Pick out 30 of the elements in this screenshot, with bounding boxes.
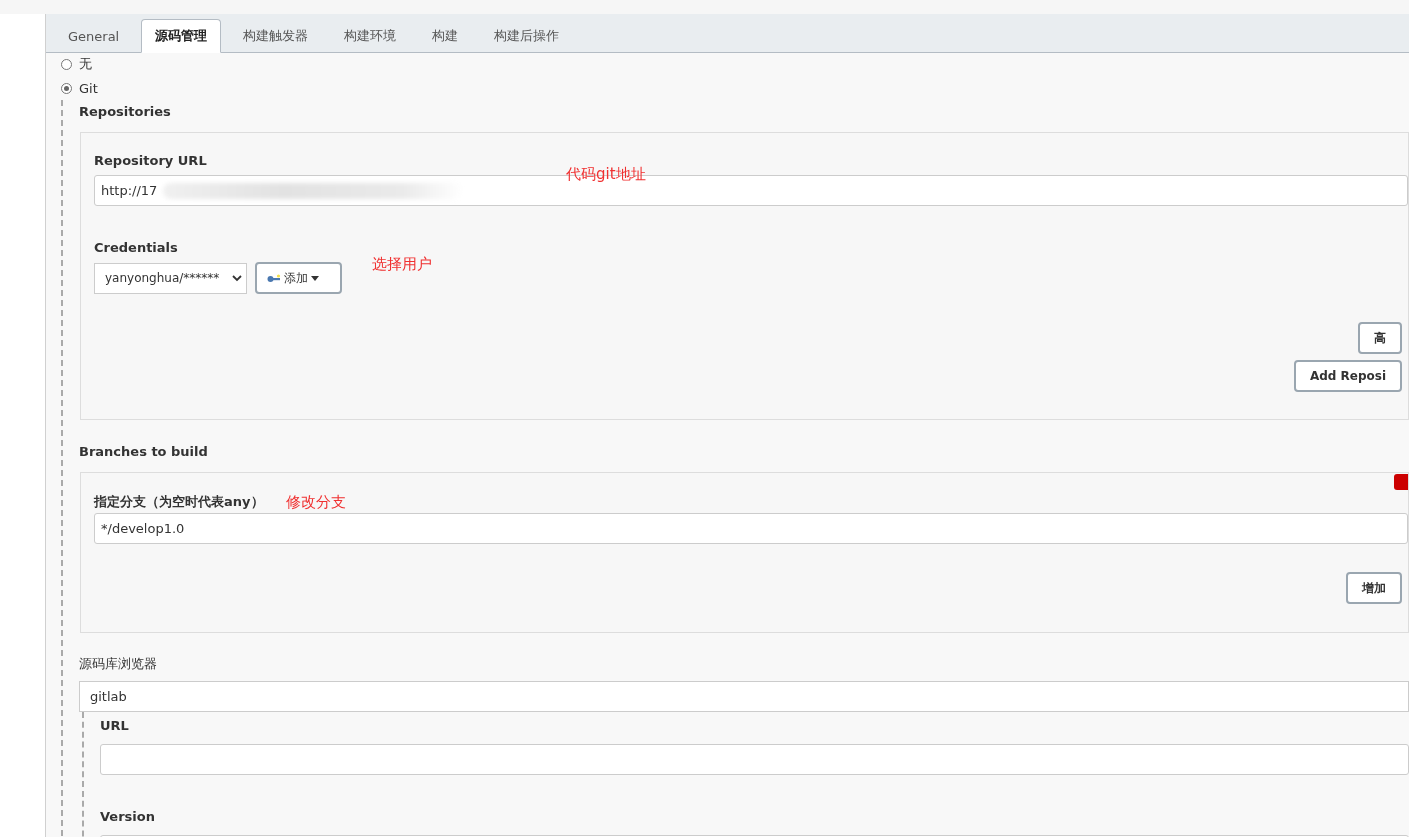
tab[interactable]: 构建	[418, 19, 473, 53]
key-icon	[267, 273, 281, 283]
tab[interactable]: 构建触发器	[229, 19, 323, 53]
annotation: 修改分支	[285, 492, 346, 512]
field-label: URL	[100, 718, 130, 735]
section-heading: Repositories	[79, 104, 172, 121]
radio-button[interactable]	[61, 58, 72, 70]
tab[interactable]: General	[54, 19, 134, 53]
add-branch-button[interactable]: 增加	[1346, 572, 1402, 604]
credentials-select[interactable]: yanyonghua/******	[94, 262, 247, 294]
add-repository-button[interactable]: Add Reposi	[1293, 360, 1402, 392]
browser-select[interactable]: gitlab	[79, 681, 1409, 712]
section-heading: Branches to build	[79, 444, 209, 461]
radio-label: 无	[79, 55, 92, 73]
add-button[interactable]: 添加	[255, 262, 342, 294]
field-label: Credentials	[94, 240, 179, 257]
field-label: Repository URL	[94, 153, 208, 170]
field-label: Version	[100, 809, 156, 826]
radio-label: Git	[79, 80, 98, 96]
tab[interactable]: 源码管理	[141, 19, 222, 53]
tab[interactable]: 构建环境	[330, 19, 411, 53]
field-label: 源码库浏览器	[79, 655, 158, 673]
field-label: 指定分支（为空时代表any）	[94, 493, 264, 511]
caret-icon	[311, 275, 319, 281]
chevron-icon	[232, 274, 242, 282]
branch-field[interactable]: */develop1.0	[94, 513, 1408, 544]
advanced-button[interactable]: 高	[1358, 322, 1402, 354]
annotation: 选择用户	[372, 254, 432, 274]
radio-button[interactable]	[61, 82, 72, 94]
tab[interactable]: 构建后操作	[480, 19, 574, 53]
